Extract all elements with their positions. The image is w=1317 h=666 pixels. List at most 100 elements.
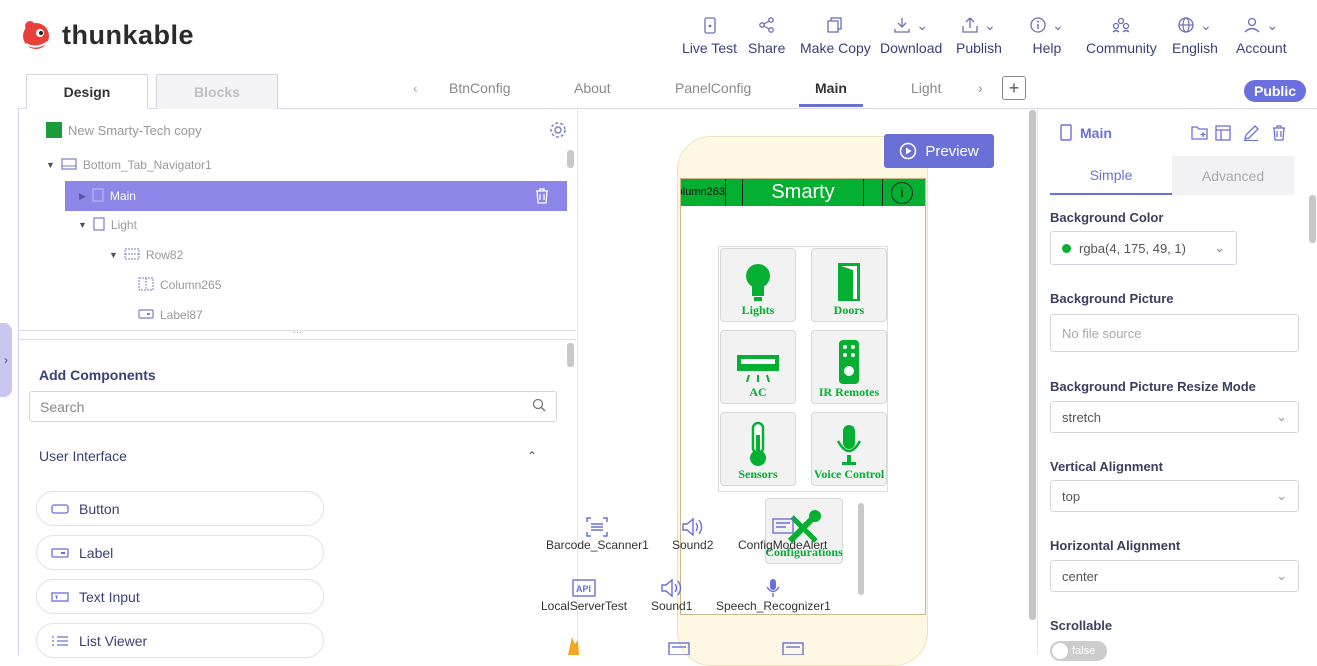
- editor-tab-bar: Design Blocks ‹ BtnConfig About PanelCon…: [18, 68, 1317, 109]
- app-header[interactable]: Column263 Smarty i: [681, 179, 925, 206]
- list-icon: [51, 635, 69, 647]
- nonvisible-label: Sound2: [672, 538, 714, 552]
- panel-resize-handle[interactable]: ···: [19, 328, 576, 340]
- screen-tab-main[interactable]: Main: [815, 80, 847, 96]
- scrollable-toggle[interactable]: false: [1050, 641, 1107, 661]
- public-badge[interactable]: Public: [1244, 80, 1306, 102]
- add-folder-icon[interactable]: [1191, 125, 1208, 145]
- selected-component-name: Main: [1080, 124, 1112, 141]
- thunkable-logo[interactable]: thunkable: [20, 18, 194, 52]
- layout-icon[interactable]: [1215, 125, 1231, 146]
- nonvisible-label: Speech_Recognizer1: [716, 599, 831, 613]
- caret-right-icon: ▶: [79, 190, 86, 201]
- tree-item-label: Bottom_Tab_Navigator1: [82, 158, 212, 172]
- chevron-down-icon: ⌄: [1266, 16, 1279, 33]
- nav-label: Share: [748, 40, 786, 56]
- user-icon: ⌄: [1244, 14, 1278, 36]
- screen-tabs-prev-icon[interactable]: ‹: [413, 80, 418, 96]
- nav-label: Download: [880, 40, 943, 56]
- tree-item-label: Label87: [160, 308, 203, 322]
- resize-mode-label: Background Picture Resize Mode: [1050, 379, 1256, 394]
- nav-community[interactable]: Community: [1086, 14, 1157, 56]
- nonvisible-sound1[interactable]: Sound1: [651, 577, 692, 613]
- lightbulb-icon: [746, 264, 770, 301]
- nav-share[interactable]: Share: [748, 14, 785, 56]
- nav-make-copy[interactable]: Make Copy: [800, 14, 871, 56]
- nonvisible-local-server-test[interactable]: API LocalServerTest: [541, 577, 627, 613]
- tab-advanced[interactable]: Advanced: [1172, 156, 1294, 195]
- resize-mode-select[interactable]: stretch ⌄: [1050, 401, 1299, 433]
- bg-picture-input[interactable]: No file source: [1050, 314, 1299, 352]
- nav-help[interactable]: ⌄ Help: [1030, 14, 1064, 56]
- bg-color-picker[interactable]: rgba(4, 175, 49, 1) ⌄: [1050, 231, 1237, 265]
- speaker-icon: [651, 577, 692, 599]
- component-button[interactable]: Button: [36, 491, 324, 526]
- publish-icon: ⌄: [962, 14, 996, 36]
- screen-tab-btnconfig[interactable]: BtnConfig: [449, 80, 510, 96]
- header-column: [863, 179, 883, 206]
- nonvisible-speech-recognizer[interactable]: Speech_Recognizer1: [716, 577, 831, 613]
- help-icon: ⌄: [1030, 14, 1064, 36]
- nonvisible-sound2[interactable]: Sound2: [672, 516, 713, 552]
- edit-pencil-icon[interactable]: [1243, 125, 1259, 146]
- nav-publish[interactable]: ⌄ Publish: [956, 14, 1002, 57]
- data-source-icon[interactable]: [782, 642, 804, 660]
- alert-dialog-icon: [738, 516, 827, 538]
- screen-tab-panelconfig[interactable]: PanelConfig: [675, 80, 751, 96]
- firebase-flame-icon[interactable]: [566, 636, 580, 660]
- nonvisible-config-mode-alert[interactable]: ConfigModeAlert: [738, 516, 827, 552]
- tree-item-main[interactable]: ▶ Main: [65, 181, 567, 211]
- component-list-viewer[interactable]: List Viewer: [36, 623, 324, 658]
- data-source-icon[interactable]: [668, 642, 690, 660]
- bg-color-label: Background Color: [1050, 210, 1164, 225]
- phone-screen-scrollbar[interactable]: [858, 503, 864, 595]
- sensors-button[interactable]: Sensors: [720, 412, 796, 486]
- nav-download[interactable]: ⌄ Download: [880, 14, 943, 57]
- ir-remotes-button[interactable]: IR Remotes: [811, 330, 887, 404]
- project-settings-gear-icon[interactable]: [549, 121, 567, 144]
- horizontal-alignment-select[interactable]: center ⌄: [1050, 560, 1299, 592]
- component-label[interactable]: Label: [36, 535, 324, 570]
- caret-down-icon: ▼: [109, 250, 118, 260]
- nav-live-test[interactable]: Live Test: [682, 14, 737, 56]
- nav-account[interactable]: ⌄ Account: [1236, 14, 1287, 57]
- tab-design[interactable]: Design: [26, 74, 148, 109]
- ac-button[interactable]: AC: [720, 330, 796, 404]
- tree-item-light[interactable]: ▼ Light: [78, 210, 626, 240]
- tree-item-bottom-tab-navigator[interactable]: ▼ Bottom_Tab_Navigator1: [46, 150, 594, 180]
- delete-trash-icon[interactable]: [535, 188, 549, 207]
- component-text-input[interactable]: Text Input: [36, 579, 324, 614]
- add-screen-button[interactable]: +: [1002, 76, 1026, 100]
- vertical-alignment-select[interactable]: top ⌄: [1050, 480, 1299, 512]
- play-icon: [900, 142, 917, 160]
- component-search-input[interactable]: Search: [29, 391, 557, 422]
- preview-button[interactable]: Preview: [884, 134, 994, 168]
- active-tab-indicator: [799, 104, 863, 107]
- screen-tabs-next-icon[interactable]: ›: [978, 80, 983, 96]
- expand-sidebar-handle[interactable]: ›: [0, 323, 12, 397]
- project-row[interactable]: New Smarty-Tech copy: [46, 115, 594, 145]
- tab-blocks[interactable]: Blocks: [156, 74, 278, 109]
- screen-tab-about[interactable]: About: [574, 80, 611, 96]
- tab-simple[interactable]: Simple: [1050, 156, 1172, 195]
- tree-item-row82[interactable]: ▼ Row82: [109, 240, 657, 270]
- canvas-scrollbar[interactable]: [1029, 110, 1036, 620]
- components-scrollbar[interactable]: [567, 343, 574, 367]
- properties-scrollbar[interactable]: [1309, 195, 1316, 243]
- api-icon: API: [541, 577, 627, 599]
- lights-button[interactable]: Lights: [720, 248, 796, 322]
- tree-scrollbar[interactable]: [567, 150, 574, 168]
- voice-control-button[interactable]: Voice Control: [811, 412, 887, 486]
- nonvisible-barcode-scanner[interactable]: Barcode_Scanner1: [546, 516, 649, 552]
- search-placeholder: Search: [40, 398, 85, 415]
- info-icon[interactable]: i: [891, 182, 913, 204]
- doors-button[interactable]: Doors: [811, 248, 887, 322]
- nav-language[interactable]: ⌄ English: [1172, 14, 1218, 57]
- bg-picture-value: No file source: [1062, 325, 1142, 341]
- user-interface-section-header[interactable]: User Interface: [39, 448, 127, 464]
- ac-label: AC: [749, 385, 767, 399]
- chevron-down-icon: ⌄: [916, 16, 928, 33]
- delete-trash-icon[interactable]: [1272, 125, 1286, 146]
- collapse-chevron-up-icon[interactable]: ⌃: [527, 449, 537, 463]
- screen-tab-light[interactable]: Light: [911, 80, 941, 96]
